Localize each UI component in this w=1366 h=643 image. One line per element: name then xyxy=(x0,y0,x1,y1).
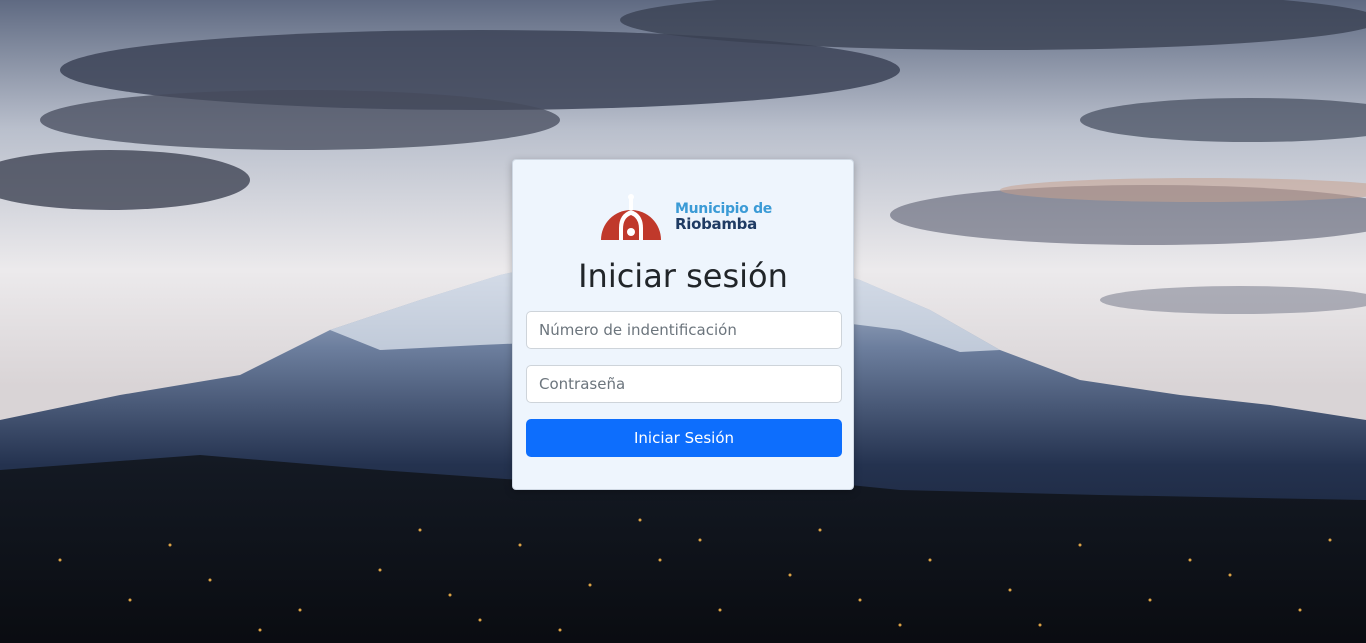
page-title: Iniciar sesión xyxy=(578,257,788,295)
logo-text: Municipio de Riobamba xyxy=(675,202,772,232)
dome-emblem-icon xyxy=(601,194,661,240)
login-card: Municipio de Riobamba Iniciar sesión Ini… xyxy=(512,159,854,490)
municipio-logo: Municipio de Riobamba xyxy=(599,188,772,244)
login-page: Municipio de Riobamba Iniciar sesión Ini… xyxy=(0,0,1366,643)
password-input[interactable] xyxy=(526,365,842,403)
logo-line-2: Riobamba xyxy=(675,215,757,233)
login-button[interactable]: Iniciar Sesión xyxy=(526,419,842,457)
id-number-input[interactable] xyxy=(526,311,842,349)
